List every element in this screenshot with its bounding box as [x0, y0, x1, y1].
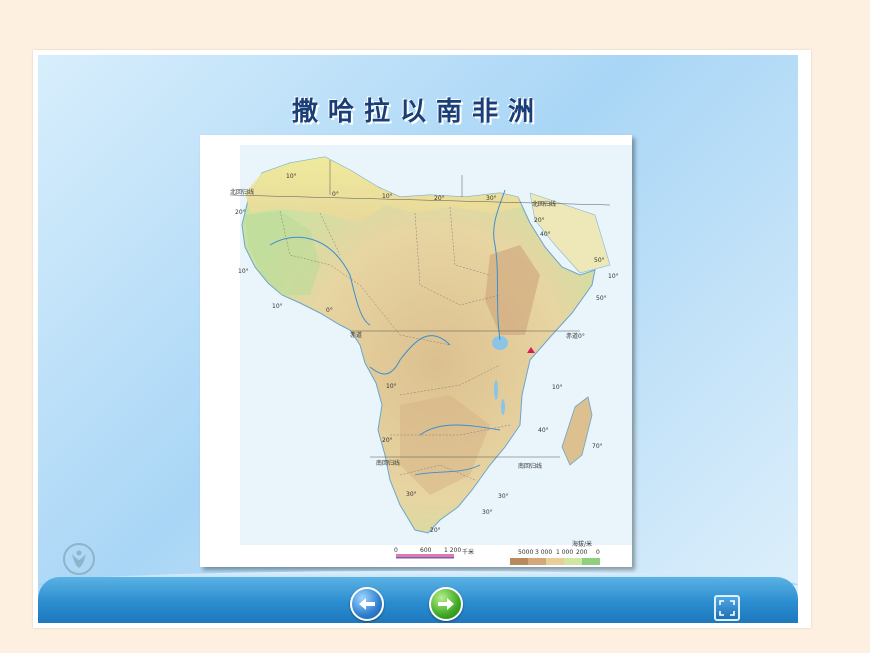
lon-label: 70°: [592, 443, 603, 450]
lat-label: 10°: [552, 384, 563, 391]
lat-label: 20°: [235, 209, 246, 216]
lon-label: 30°: [486, 195, 497, 202]
tropic-capricorn-label-right: 南回归线: [518, 463, 543, 470]
lon-label: 10°: [382, 193, 393, 200]
lat-label: 10°: [238, 268, 249, 275]
publisher-logo-icon: [63, 543, 95, 575]
lat-label: 20°: [534, 217, 545, 224]
lon-label: 0°: [332, 191, 339, 198]
legend-value: 3 000: [535, 549, 553, 556]
fullscreen-button[interactable]: [714, 595, 740, 621]
scale-zero: 0: [394, 547, 398, 554]
lat-label: 10°: [608, 273, 619, 280]
slide-title: 撒哈拉以南非洲: [291, 97, 544, 127]
legend-value: 200: [576, 549, 588, 556]
lat-label: 20°: [382, 437, 393, 444]
slide-canvas: 撒哈拉以南非洲 北回归线 20° 10° 0° 10° 20° 30° 北回归线…: [38, 55, 798, 623]
lon-label: 20°: [434, 195, 445, 202]
slide-frame: 撒哈拉以南非洲 北回归线 20° 10° 0° 10° 20° 30° 北回归线…: [33, 50, 811, 628]
lon-label: 50°: [596, 295, 607, 302]
lon-label: 30°: [482, 509, 493, 516]
fullscreen-icon: [719, 600, 735, 616]
legend-title: 海拔/米: [572, 541, 593, 548]
legend-value: 0: [596, 549, 600, 556]
navigation-bar: [38, 577, 798, 623]
legend-value: 5000: [518, 549, 534, 556]
lat-label: 20°: [430, 527, 441, 534]
lat-label: 30°: [406, 491, 417, 498]
map-drawing: [200, 135, 632, 567]
equator-label-right: 赤道0°: [566, 333, 585, 340]
tropic-cancer-label-left: 北回归线: [230, 189, 255, 196]
lat-label: 10°: [286, 173, 297, 180]
lon-label: 10°: [272, 303, 283, 310]
scale-bar: [396, 554, 454, 557]
lat-label: 30°: [498, 493, 509, 500]
africa-map: 北回归线 20° 10° 0° 10° 20° 30° 北回归线 20° 40°…: [200, 135, 632, 567]
legend-value: 1 000: [556, 549, 574, 556]
lon-label: 50°: [594, 257, 605, 264]
equator-label-left: 赤道: [350, 332, 363, 339]
lat-label: 10°: [386, 383, 397, 390]
tropic-cancer-label-right: 北回归线: [532, 201, 557, 208]
tropic-capricorn-label-left: 南回归线: [376, 460, 401, 467]
arrow-left-icon: [359, 598, 375, 610]
scale-max: 1 200: [444, 547, 462, 554]
lon-label: 40°: [540, 231, 551, 238]
previous-button[interactable]: [350, 587, 384, 621]
scale-mid: 600: [420, 547, 432, 554]
scale-unit: 千米: [462, 549, 475, 556]
lon-label: 40°: [538, 427, 549, 434]
lon-label: 0°: [326, 307, 333, 314]
arrow-right-icon: [438, 598, 454, 610]
next-button[interactable]: [429, 587, 463, 621]
